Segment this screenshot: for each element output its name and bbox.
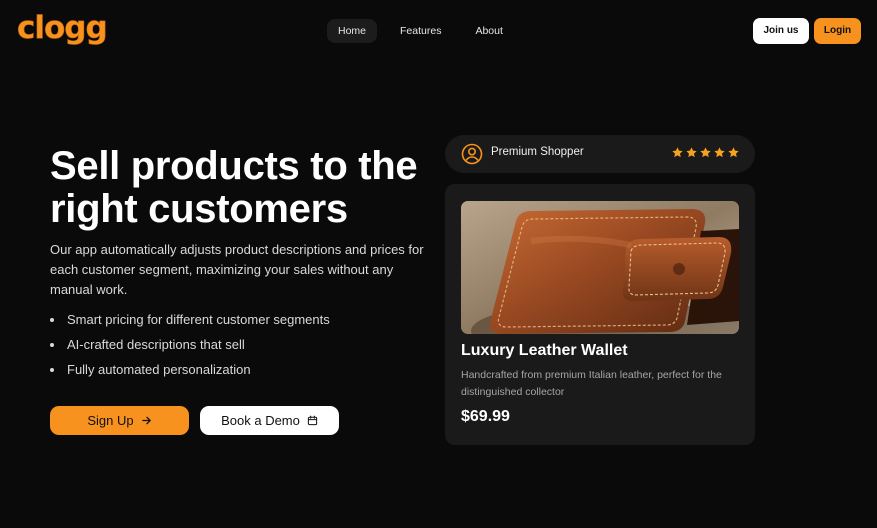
- book-demo-button[interactable]: Book a Demo: [200, 406, 339, 435]
- product-description: Handcrafted from premium Italian leather…: [461, 369, 722, 398]
- nav-home[interactable]: Home: [327, 19, 378, 43]
- star-icon: [728, 147, 739, 158]
- product-card[interactable]: Luxury Leather Wallet Handcrafted from p…: [445, 184, 755, 445]
- feature-item: Smart pricing for different customer seg…: [50, 310, 330, 335]
- hero-headline-line1: Sell products to the: [50, 144, 418, 188]
- sign-up-button[interactable]: Sign Up: [50, 406, 189, 435]
- sign-up-label: Sign Up: [87, 413, 134, 428]
- user-circle-icon: [461, 143, 483, 165]
- hero-headline: Sell products to the right customers: [50, 145, 440, 231]
- shopper-segment-label: Premium Shopper: [491, 146, 584, 158]
- leather-wallet-photo: [461, 201, 739, 334]
- product-image: [461, 201, 739, 334]
- join-us-button[interactable]: Join us: [753, 18, 809, 44]
- star-icon: [686, 147, 697, 158]
- nav-about[interactable]: About: [464, 19, 513, 43]
- feature-list: Smart pricing for different customer seg…: [50, 310, 330, 385]
- star-rating: [671, 146, 740, 159]
- product-price: $69.99: [461, 408, 510, 425]
- feature-item: AI-crafted descriptions that sell: [50, 335, 330, 360]
- hero-headline-line2: right customers: [50, 187, 348, 231]
- login-button[interactable]: Login: [814, 18, 861, 44]
- star-icon: [700, 147, 711, 158]
- feature-item: Fully automated personalization: [50, 360, 330, 385]
- main-nav: Home Features About: [327, 19, 526, 43]
- landing-page: clogg Home Features About Join us Login …: [0, 0, 877, 528]
- logo[interactable]: clogg: [17, 10, 108, 47]
- star-icon: [714, 147, 725, 158]
- calendar-icon: [307, 415, 318, 426]
- arrow-right-icon: [141, 416, 151, 425]
- nav-features[interactable]: Features: [389, 19, 452, 43]
- hero-description: Our app automatically adjusts product de…: [50, 242, 424, 297]
- product-name: Luxury Leather Wallet: [461, 342, 628, 359]
- shopper-segment-bar: Premium Shopper: [445, 135, 755, 173]
- book-demo-label: Book a Demo: [221, 413, 300, 428]
- star-icon: [672, 147, 683, 158]
